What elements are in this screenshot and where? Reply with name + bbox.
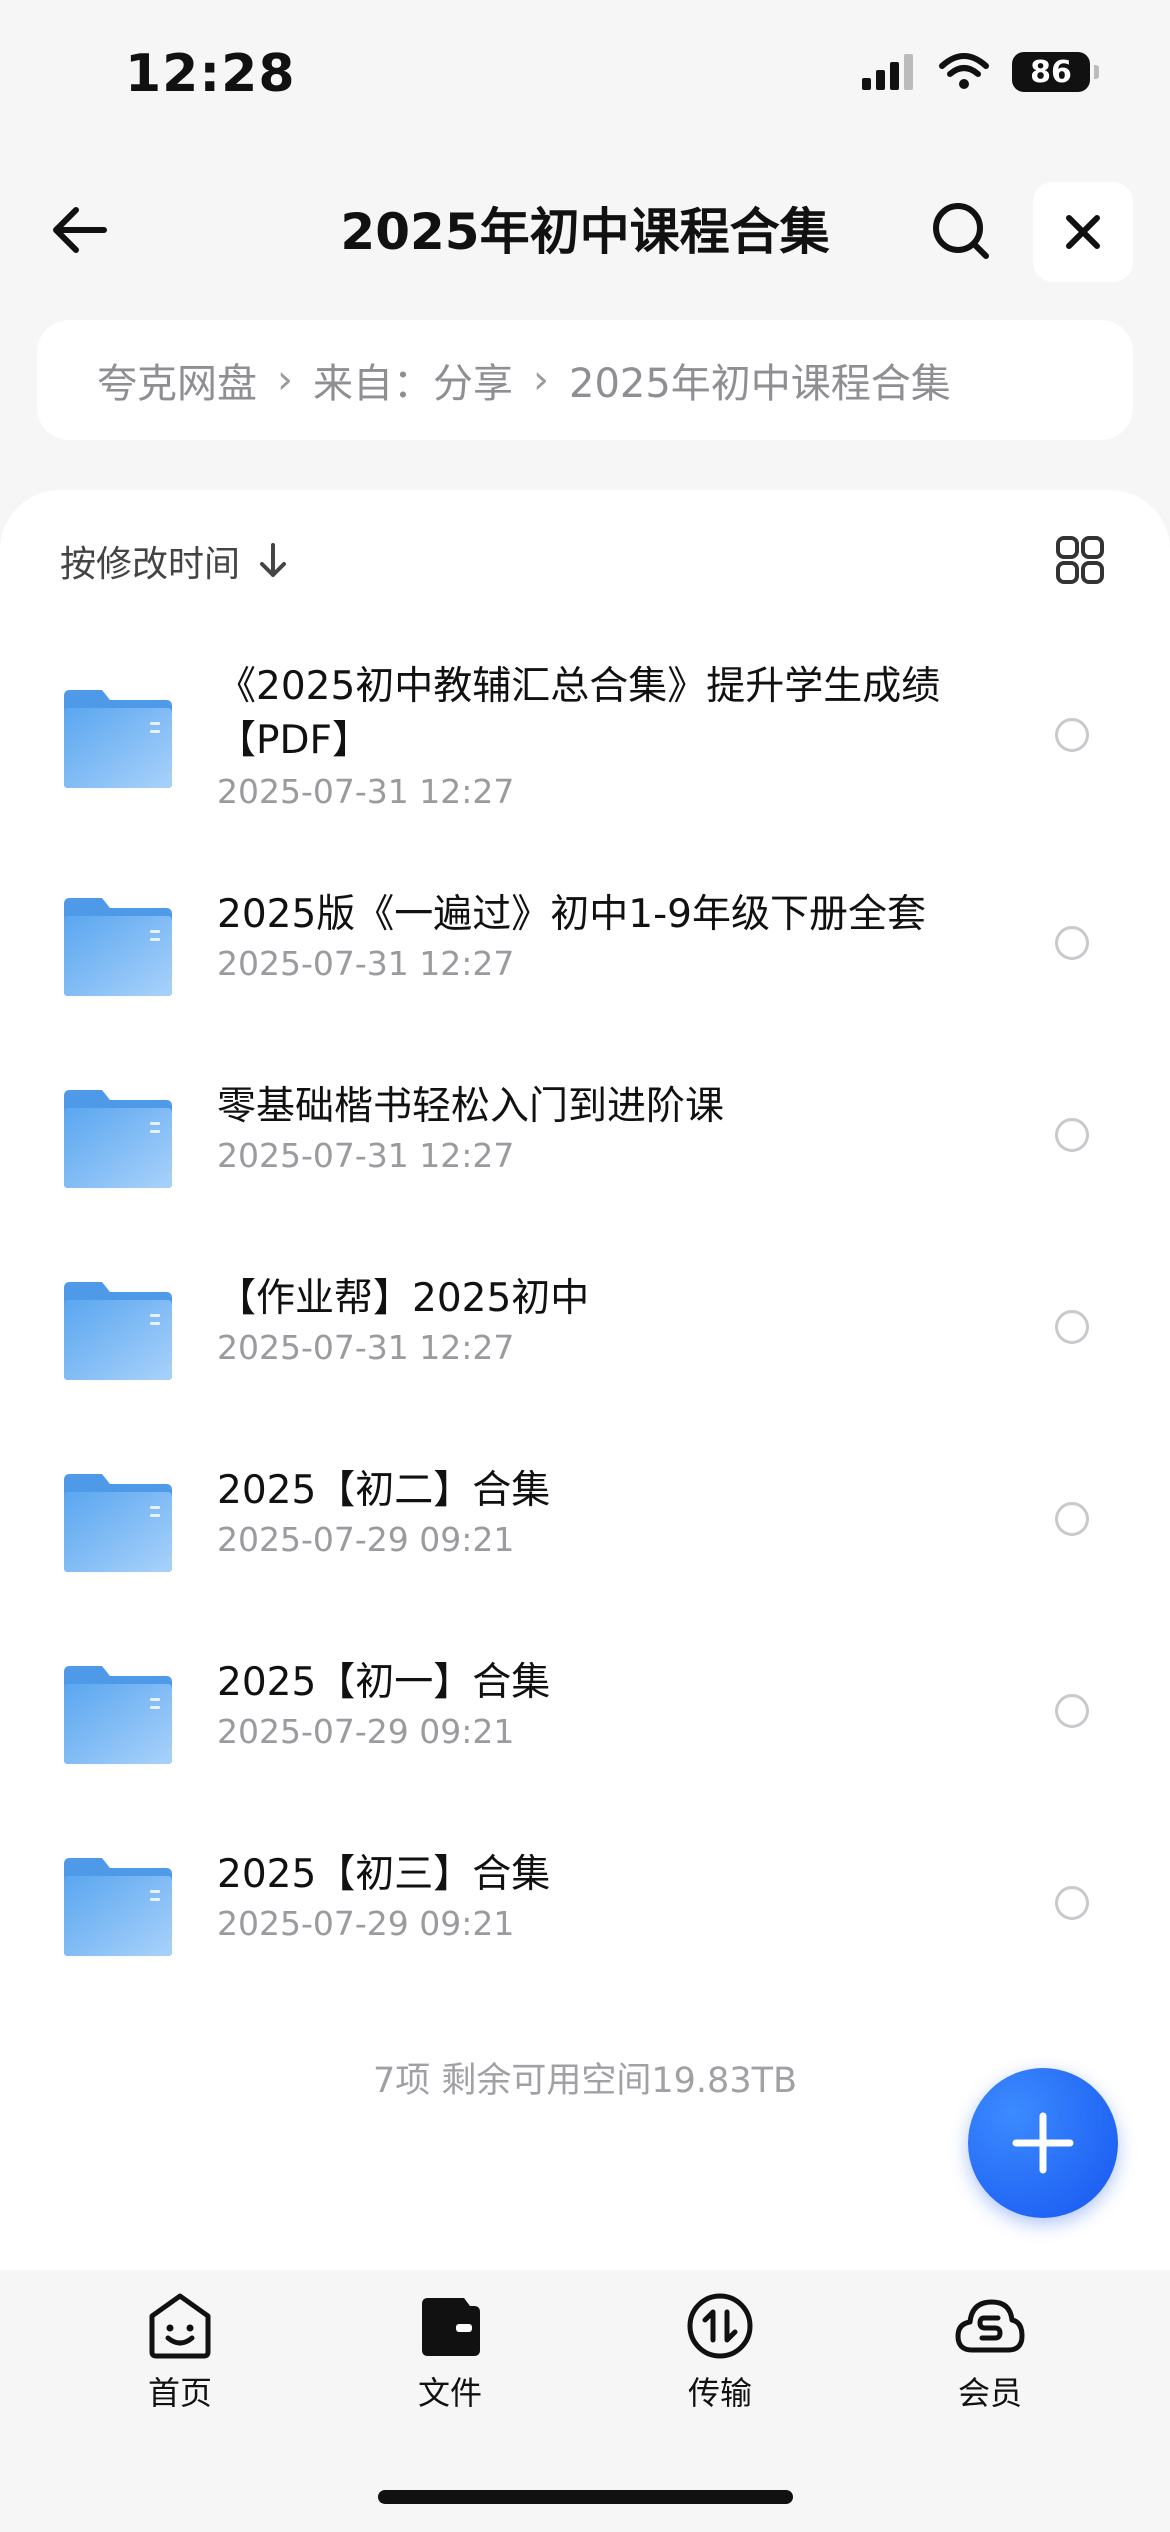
file-date: 2025-07-31 12:27 — [217, 1328, 515, 1367]
tab-label: 文件 — [417, 2374, 482, 2412]
close-button[interactable] — [1033, 182, 1133, 282]
sort-button[interactable]: 按修改时间 — [60, 535, 288, 587]
search-icon[interactable] — [930, 200, 992, 262]
tab-label: 会员 — [957, 2374, 1022, 2412]
smile-home-icon — [149, 2293, 211, 2359]
transfer-icon — [687, 2293, 753, 2359]
file-row[interactable]: 2025【初一】合集 2025-07-29 09:21 — [0, 1628, 1170, 1808]
folder-icon — [64, 1282, 172, 1380]
file-name: 零基础楷书轻松入门到进阶课 — [217, 1084, 725, 1129]
folder-icon — [64, 1090, 172, 1188]
tab-transfer[interactable]: 传输 — [650, 2290, 790, 2414]
file-name: 2025【初三】合集 — [217, 1852, 551, 1897]
breadcrumb: 夸克网盘 › 来自：分享 › 2025年初中课程合集 — [37, 320, 1133, 440]
select-radio[interactable] — [1055, 1118, 1089, 1152]
sort-label: 按修改时间 — [60, 544, 241, 585]
file-name: 【作业帮】2025初中 — [217, 1276, 590, 1321]
file-date: 2025-07-29 09:21 — [217, 1712, 515, 1751]
file-row[interactable]: 2025【初二】合集 2025-07-29 09:21 — [0, 1436, 1170, 1616]
tab-home[interactable]: 首页 — [110, 2290, 250, 2414]
wallet-folder-icon — [422, 2298, 480, 2356]
file-row[interactable]: 2025版《一遍过》初中1-9年级下册全套 2025-07-31 12:27 — [0, 860, 1170, 1040]
file-name: 2025【初二】合集 — [217, 1468, 551, 1513]
signal-icon — [862, 54, 913, 90]
cloud-member-icon — [955, 2299, 1025, 2353]
file-date: 2025-07-29 09:21 — [217, 1520, 515, 1559]
breadcrumb-item-share[interactable]: 来自：分享 — [313, 351, 513, 409]
grid-view-icon[interactable] — [1055, 535, 1105, 585]
tab-label: 首页 — [147, 2374, 212, 2412]
file-name: 2025版《一遍过》初中1-9年级下册全套 — [217, 892, 926, 937]
tab-label: 传输 — [687, 2374, 752, 2412]
breadcrumb-separator: › — [277, 357, 293, 403]
wifi-icon — [939, 53, 989, 89]
file-row[interactable]: 《2025初中教辅汇总合集》提升学生成绩【PDF】 2025-07-31 12:2… — [0, 630, 1170, 811]
file-date: 2025-07-29 09:21 — [217, 1904, 515, 1943]
breadcrumb-separator: › — [533, 357, 549, 403]
select-radio[interactable] — [1055, 1502, 1089, 1536]
file-date: 2025-07-31 12:27 — [217, 944, 515, 983]
select-radio[interactable] — [1055, 926, 1089, 960]
breadcrumb-item-root[interactable]: 夸克网盘 — [97, 351, 257, 409]
arrow-down-icon — [260, 543, 287, 577]
battery-level: 86 — [1030, 54, 1072, 90]
select-radio[interactable] — [1055, 1310, 1089, 1344]
select-radio[interactable] — [1055, 1694, 1089, 1728]
folder-icon — [64, 1666, 172, 1764]
file-date: 2025-07-31 12:27 — [217, 772, 515, 811]
plus-icon — [1012, 2112, 1074, 2174]
status-icons: 86 — [860, 52, 1099, 92]
folder-icon — [64, 690, 172, 788]
close-icon — [1066, 215, 1100, 249]
file-row[interactable]: 【作业帮】2025初中 2025-07-31 12:27 — [0, 1244, 1170, 1424]
add-button[interactable] — [968, 2068, 1118, 2218]
folder-icon — [64, 1858, 172, 1956]
folder-icon — [64, 1474, 172, 1572]
page-title: 2025年初中课程合集 — [340, 203, 830, 261]
status-time: 12:28 — [125, 44, 296, 104]
tab-member[interactable]: 会员 — [920, 2290, 1060, 2414]
file-date: 2025-07-31 12:27 — [217, 1136, 515, 1175]
breadcrumb-item-current: 2025年初中课程合集 — [569, 361, 951, 407]
home-indicator — [378, 2490, 793, 2504]
file-name: 2025【初一】合集 — [217, 1660, 551, 1705]
select-radio[interactable] — [1055, 1886, 1089, 1920]
file-name: 《2025初中教辅汇总合集》提升学生成绩【PDF】 — [217, 664, 941, 763]
select-radio[interactable] — [1055, 718, 1089, 752]
file-row[interactable]: 2025【初三】合集 2025-07-29 09:21 — [0, 1820, 1170, 2000]
folder-icon — [64, 898, 172, 996]
battery-indicator: 86 — [1012, 52, 1099, 92]
file-row[interactable]: 零基础楷书轻松入门到进阶课 2025-07-31 12:27 — [0, 1052, 1170, 1232]
tab-files[interactable]: 文件 — [380, 2290, 520, 2414]
